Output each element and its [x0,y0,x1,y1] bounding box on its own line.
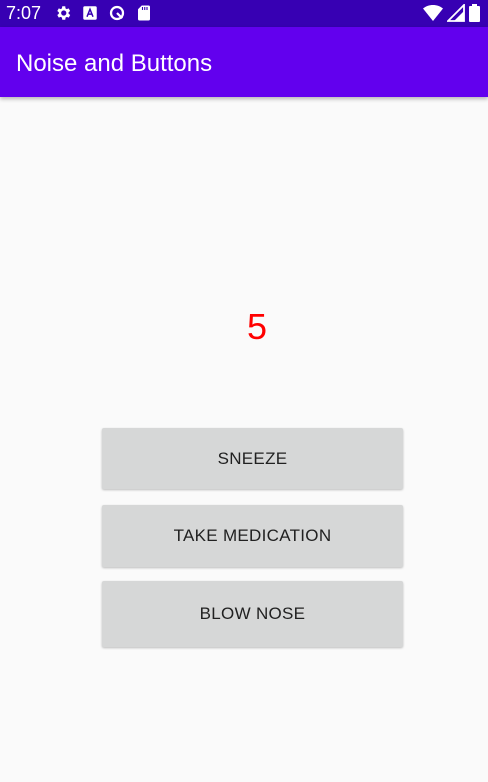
app-title: Noise and Buttons [16,50,213,77]
status-icons-left [54,4,153,22]
cell-signal-icon [447,4,465,22]
sync-icon [109,5,125,21]
gear-icon [57,6,71,20]
a-icon [83,6,97,20]
wifi-icon [423,5,443,21]
blow-nose-button[interactable]: BLOW NOSE [102,581,403,647]
battery-icon [469,4,480,22]
counter-value: 5 [246,306,268,347]
sd-card-icon [138,5,150,21]
take-medication-button[interactable]: TAKE MEDICATION [102,505,403,567]
app-bar: Noise and Buttons [0,27,488,97]
sneeze-button[interactable]: SNEEZE [102,428,403,489]
status-time: 7:07 [6,3,42,23]
status-bar: 7:07 [0,0,488,27]
status-icons-right [423,4,480,22]
